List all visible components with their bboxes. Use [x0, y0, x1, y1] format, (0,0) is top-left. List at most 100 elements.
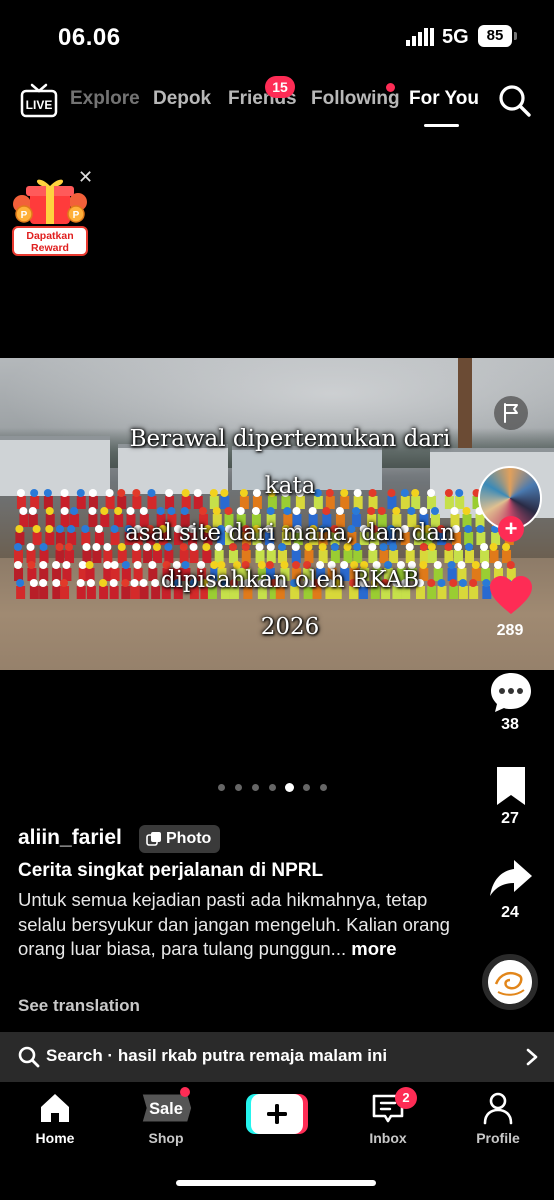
crowd-helmet [16, 579, 25, 587]
crowd-person [16, 586, 26, 599]
search-query: hasil rkab putra remaja malam ini [117, 1046, 388, 1065]
carousel-dot [252, 784, 259, 791]
tab-depok[interactable]: Depok [153, 88, 211, 110]
crowd-person [27, 568, 37, 581]
top-nav: LIVE Explore Depok Friends 15 Following … [0, 70, 554, 140]
search-prefix: Search [46, 1046, 103, 1065]
save-count: 27 [501, 810, 519, 827]
caption-line: dipisahkan oleh RKAB [160, 567, 420, 593]
tab-for-you[interactable]: For You [409, 88, 479, 110]
more-link[interactable]: more [351, 938, 396, 959]
comment-count: 38 [501, 716, 519, 733]
live-tv-icon[interactable]: LIVE [20, 82, 58, 118]
nav-profile[interactable]: Profile [453, 1090, 543, 1146]
crowd-person [39, 568, 49, 581]
music-disc-icon[interactable] [482, 954, 538, 1010]
crowd-person [15, 532, 25, 545]
search-suggestion-icon [18, 1046, 40, 1068]
crowd-person [45, 514, 55, 527]
nav-shop[interactable]: Sale Shop [121, 1090, 211, 1146]
crowd-helmet [26, 543, 35, 551]
nav-profile-label: Profile [476, 1130, 520, 1146]
svg-text:LIVE: LIVE [26, 98, 53, 112]
crowd-helmet [16, 489, 25, 497]
music-disc-art [488, 960, 532, 1004]
report-flag-icon[interactable] [494, 396, 528, 430]
photo-caption: Berawal dipertemukan dari kata asal site… [70, 416, 510, 651]
comment-icon[interactable] [488, 670, 534, 716]
crowd-helmet [60, 489, 69, 497]
crowd-person [60, 514, 70, 527]
bookmark-icon[interactable] [488, 764, 534, 810]
caption-line: asal site dari mana, dan dan [125, 520, 455, 546]
crowd-helmet [43, 489, 52, 497]
following-new-dot [386, 83, 395, 92]
network-type: 5G [442, 26, 469, 48]
creator-username[interactable]: aliin_fariel [18, 826, 122, 850]
heart-icon[interactable] [488, 574, 534, 620]
see-translation-link[interactable]: See translation [18, 996, 140, 1016]
carousel-dot [218, 784, 225, 791]
status-bar: 06.06 5G 85 [0, 0, 554, 70]
crowd-helmet [55, 543, 64, 551]
follow-plus-icon[interactable]: + [498, 516, 524, 542]
inbox-count-badge: 2 [395, 1087, 417, 1109]
like-count: 289 [496, 622, 524, 639]
profile-icon [483, 1092, 513, 1125]
reward-close-icon[interactable]: ✕ [78, 168, 93, 186]
post-description[interactable]: Untuk semua kejadian pasti ada hikmahnya… [18, 888, 458, 962]
share-icon[interactable] [488, 856, 534, 902]
crowd-helmet [29, 579, 38, 587]
carousel-dot [320, 784, 327, 791]
photo-badge-label: Photo [166, 830, 212, 847]
reward-label[interactable]: Dapatkan Reward [12, 226, 88, 256]
battery-level: 85 [478, 25, 512, 47]
carousel-dot [303, 784, 310, 791]
crowd-person [55, 532, 65, 545]
active-tab-indicator [424, 124, 459, 127]
nav-inbox[interactable]: Inbox [343, 1090, 433, 1146]
post-title: Cerita singkat perjalanan di NPRL [18, 860, 324, 881]
crowd-helmet [14, 561, 23, 569]
crowd-helmet [55, 525, 64, 533]
share-count: 24 [501, 904, 519, 921]
crowd-helmet [60, 579, 69, 587]
shop-new-dot [180, 1087, 190, 1097]
sale-tag-text: Sale [149, 1100, 183, 1118]
crowd-helmet [60, 507, 69, 515]
tab-explore[interactable]: Explore [70, 88, 140, 110]
search-suggestion-text: Search · hasil rkab putra remaja malam i… [46, 1046, 387, 1066]
search-icon[interactable] [498, 84, 532, 118]
crowd-helmet [15, 525, 24, 533]
create-plus-icon[interactable] [246, 1094, 308, 1134]
crowd-person [52, 586, 62, 599]
search-separator: · [102, 1046, 118, 1065]
tab-following[interactable]: Following [311, 88, 400, 110]
caption-line: 2026 [260, 614, 320, 640]
caption-line: kata [264, 473, 316, 499]
home-icon [41, 1094, 69, 1122]
nav-shop-label: Shop [148, 1130, 184, 1146]
carousel-dot [269, 784, 276, 791]
crowd-person [16, 496, 26, 509]
crowd-helmet [39, 561, 48, 569]
crowd-person [32, 532, 42, 545]
battery-tip [514, 32, 517, 40]
crowd-helmet [28, 507, 37, 515]
crowd-person [43, 496, 53, 509]
crowd-helmet [45, 525, 54, 533]
crowd-person [19, 514, 29, 527]
crowd-helmet [52, 561, 61, 569]
svg-text:P: P [73, 210, 80, 221]
crowd-helmet [39, 543, 48, 551]
nav-inbox-label: Inbox [369, 1130, 407, 1146]
search-suggestion-bar[interactable]: Search · hasil rkab putra remaja malam i… [0, 1032, 554, 1082]
carousel-dot [235, 784, 242, 791]
crowd-person [55, 550, 65, 563]
photo-stack-icon [146, 832, 161, 846]
crowd-helmet [19, 507, 28, 515]
crowd-helmet [52, 579, 61, 587]
crowd-person [45, 532, 55, 545]
home-indicator [176, 1180, 376, 1186]
nav-home[interactable]: Home [10, 1090, 100, 1146]
